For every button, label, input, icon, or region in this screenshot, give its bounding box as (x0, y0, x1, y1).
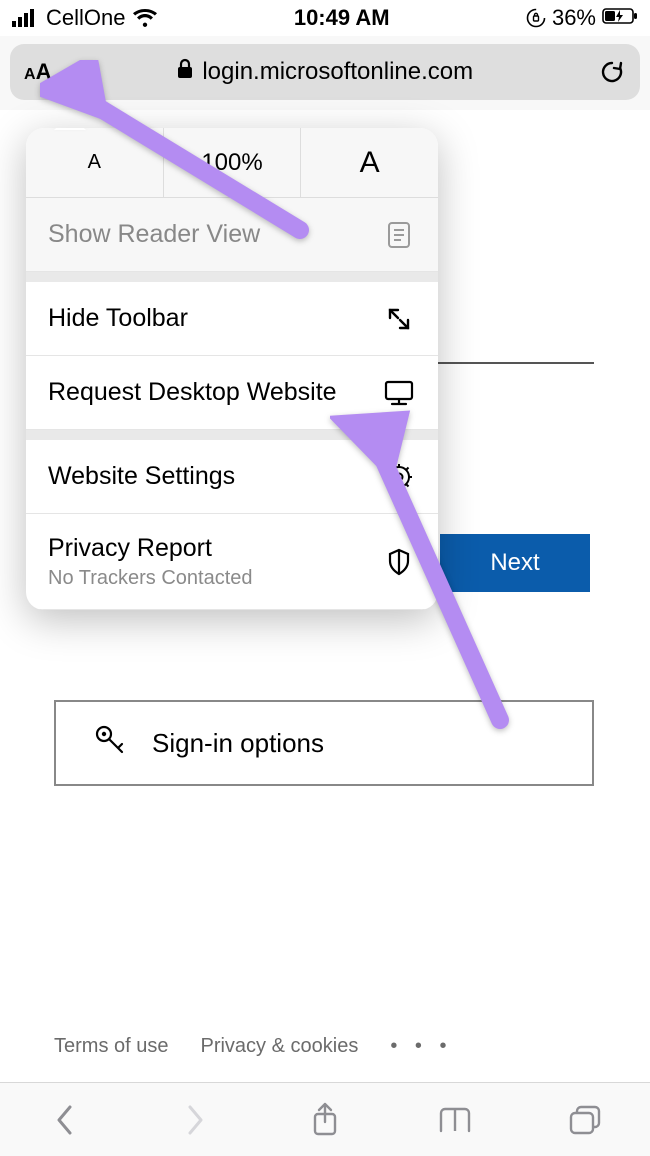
battery-charging-icon (602, 5, 638, 31)
battery-percent: 36% (552, 5, 596, 31)
url-text: login.microsoftonline.com (202, 58, 473, 86)
menu-separator (26, 272, 438, 282)
forward-button (165, 1096, 225, 1144)
page-footer: Terms of use Privacy & cookies • • • (54, 1035, 452, 1058)
wifi-icon (133, 9, 157, 27)
address-bar[interactable]: AA login.microsoftonline.com (10, 44, 640, 100)
reader-view-label: Show Reader View (48, 220, 260, 249)
shield-icon (382, 548, 416, 576)
expand-icon (382, 306, 416, 332)
reader-icon (382, 221, 416, 249)
privacy-report-label: Privacy Report (48, 534, 253, 563)
request-desktop-row[interactable]: Request Desktop Website (26, 356, 438, 430)
share-button[interactable] (295, 1096, 355, 1144)
privacy-link[interactable]: Privacy & cookies (200, 1035, 358, 1058)
safari-toolbar (0, 1082, 650, 1156)
input-underline (430, 362, 594, 364)
signal-icon (12, 9, 38, 27)
tabs-button[interactable] (555, 1096, 615, 1144)
lock-icon (176, 58, 194, 87)
text-size-button[interactable]: AA (24, 59, 51, 85)
zoom-out-button[interactable]: A (26, 128, 163, 197)
popup-pointer (54, 128, 86, 130)
aa-large: A (36, 59, 52, 85)
zoom-control-row: A 100% A (26, 128, 438, 198)
next-button-label: Next (490, 549, 539, 577)
zoom-in-button[interactable]: A (300, 128, 438, 197)
signin-options-button[interactable]: Sign-in options (54, 700, 594, 786)
privacy-report-row[interactable]: Privacy Report No Trackers Contacted (26, 514, 438, 610)
privacy-report-sub: No Trackers Contacted (48, 567, 253, 590)
hide-toolbar-row[interactable]: Hide Toolbar (26, 282, 438, 356)
website-settings-label: Website Settings (48, 462, 235, 491)
gear-icon (382, 463, 416, 491)
key-icon (92, 722, 128, 765)
reload-button[interactable] (598, 58, 626, 86)
request-desktop-label: Request Desktop Website (48, 378, 337, 407)
clock-label: 10:49 AM (294, 5, 390, 31)
website-settings-row[interactable]: Website Settings (26, 440, 438, 514)
aa-popup-menu: A 100% A Show Reader View Hide Toolbar R… (26, 128, 438, 610)
url-display[interactable]: login.microsoftonline.com (61, 58, 588, 87)
reader-view-row: Show Reader View (26, 198, 438, 272)
status-bar: CellOne 10:49 AM 36% (0, 0, 650, 36)
aa-small: A (24, 66, 36, 84)
footer-more[interactable]: • • • (390, 1035, 452, 1058)
zoom-value[interactable]: 100% (163, 128, 301, 197)
bookmarks-button[interactable] (425, 1096, 485, 1144)
rotation-lock-icon (526, 8, 546, 28)
signin-options-label: Sign-in options (152, 728, 324, 759)
next-button[interactable]: Next (440, 534, 590, 592)
menu-separator (26, 430, 438, 440)
back-button[interactable] (35, 1096, 95, 1144)
carrier-label: CellOne (46, 5, 125, 31)
hide-toolbar-label: Hide Toolbar (48, 304, 188, 333)
address-bar-container: AA login.microsoftonline.com (0, 36, 650, 111)
desktop-icon (382, 380, 416, 406)
terms-link[interactable]: Terms of use (54, 1035, 168, 1058)
